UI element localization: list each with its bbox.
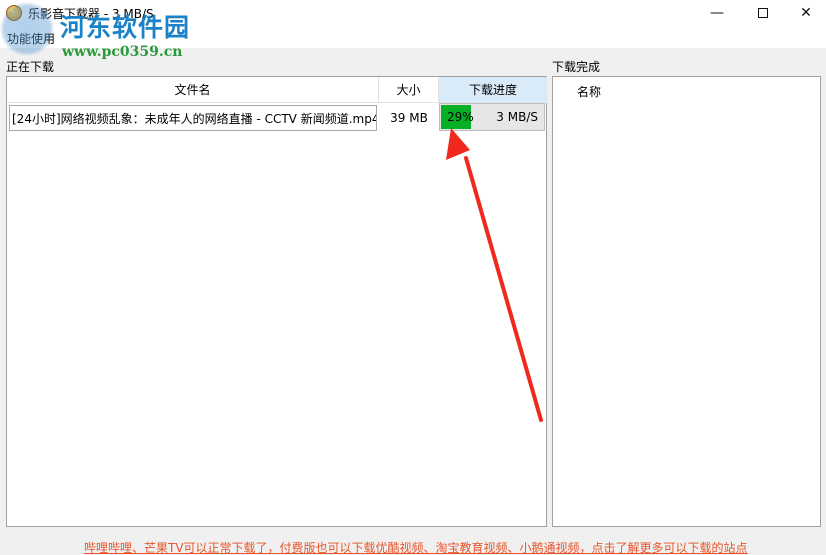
- window-title: 乐影音下载器 - 3 MB/S: [28, 7, 154, 21]
- column-header-size[interactable]: 大小: [379, 77, 439, 103]
- progress-percent: 29%: [447, 110, 474, 124]
- close-icon: ✕: [800, 5, 812, 21]
- downloading-list[interactable]: 文件名 大小 下载进度 [24小时]网络视频乱象：未成年人的网络直播 - CCT…: [6, 76, 547, 527]
- menu-bar: 功能使用: [0, 26, 826, 48]
- table-row[interactable]: [24小时]网络视频乱象：未成年人的网络直播 - CCTV 新闻频道.mp4 3…: [7, 103, 547, 133]
- completed-section-label: 下载完成: [552, 60, 601, 74]
- maximize-button[interactable]: [740, 0, 786, 26]
- minimize-button[interactable]: —: [694, 0, 740, 26]
- menu-item-usage[interactable]: 功能使用: [7, 30, 55, 47]
- completed-list[interactable]: 名称: [552, 76, 821, 527]
- column-header-name[interactable]: 名称: [577, 83, 601, 100]
- minimize-icon: —: [710, 5, 724, 21]
- downloading-section-label: 正在下载: [6, 60, 55, 74]
- column-header-progress[interactable]: 下载进度: [439, 77, 547, 103]
- row-size: 39 MB: [390, 111, 428, 125]
- row-filename[interactable]: [24小时]网络视频乱象：未成年人的网络直播 - CCTV 新闻频道.mp4: [9, 105, 377, 131]
- footer-promo-link[interactable]: 哔哩哔哩、芒果TV可以正常下载了，付费版也可以下载优酷视频、淘宝教育视频、小鹅通…: [84, 539, 748, 555]
- row-progress-bar: 29% 3 MB/S: [439, 103, 545, 131]
- title-bar: 乐影音下载器 - 3 MB/S — ✕: [0, 0, 826, 26]
- app-icon: [6, 5, 22, 21]
- column-header-filename[interactable]: 文件名: [7, 77, 379, 103]
- close-button[interactable]: ✕: [786, 0, 826, 26]
- progress-speed: 3 MB/S: [496, 110, 538, 124]
- maximize-icon: [758, 8, 768, 18]
